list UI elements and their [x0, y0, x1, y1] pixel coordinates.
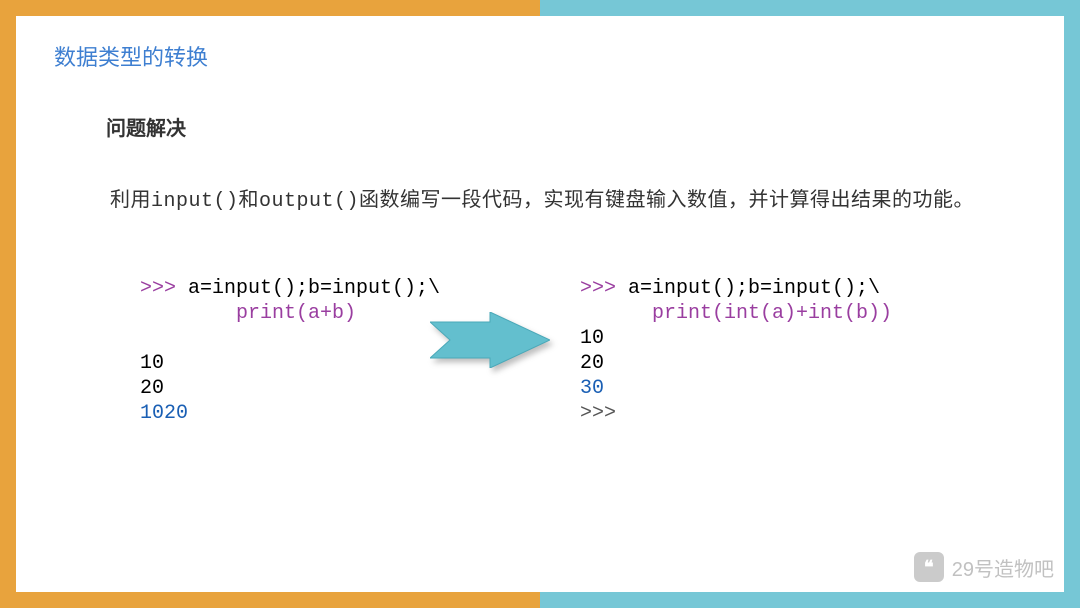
slide: 数据类型的转换 问题解决 利用input()和output()函数编写一段代码，… [0, 0, 1080, 608]
frame-blue-top [540, 0, 1080, 16]
code-block-before: >>> a=input();b=input();\ print(a+b) 10 … [140, 276, 440, 426]
stdout-line: 1020 [140, 402, 188, 425]
problem-description: 利用input()和output()函数编写一段代码，实现有键盘输入数值，并计算… [110, 180, 980, 222]
prompt: >>> [140, 277, 188, 300]
desc-text: 函数编写一段代码，实现有键盘输入数值，并计算得出结果的功能。 [359, 189, 974, 211]
section-heading: 问题解决 [106, 112, 186, 141]
prompt: >>> [580, 277, 628, 300]
wechat-icon: ❝ [914, 552, 944, 582]
desc-fn2: output() [259, 190, 359, 213]
frame-blue-bottom [540, 592, 1080, 608]
stdin-line: 20 [580, 352, 604, 375]
code-block-after: >>> a=input();b=input();\ print(int(a)+i… [580, 276, 892, 426]
watermark-text: 29号造物吧 [952, 553, 1054, 582]
code-line: print(a+b) [236, 302, 356, 325]
watermark: ❝ 29号造物吧 [914, 552, 1054, 582]
frame-orange-top [0, 0, 540, 16]
stdout-line: 30 [580, 377, 604, 400]
code-line: a=input();b=input();\ [188, 277, 440, 300]
desc-text: 和 [239, 189, 260, 211]
code-line: print(int(a)+int(b)) [652, 302, 892, 325]
frame-orange-left [0, 0, 16, 608]
stdin-line: 10 [140, 352, 164, 375]
code-line: a=input();b=input();\ [628, 277, 880, 300]
slide-title: 数据类型的转换 [54, 40, 208, 72]
frame-orange-bottom [0, 592, 540, 608]
stdin-line: 10 [580, 327, 604, 350]
stdin-line: 20 [140, 377, 164, 400]
desc-text: 利用 [110, 189, 151, 211]
frame-blue-right [1064, 0, 1080, 608]
desc-fn1: input() [151, 190, 239, 213]
arrow-icon [430, 312, 550, 368]
code-indent [140, 302, 236, 325]
prompt: >>> [580, 402, 616, 425]
code-indent [580, 302, 652, 325]
